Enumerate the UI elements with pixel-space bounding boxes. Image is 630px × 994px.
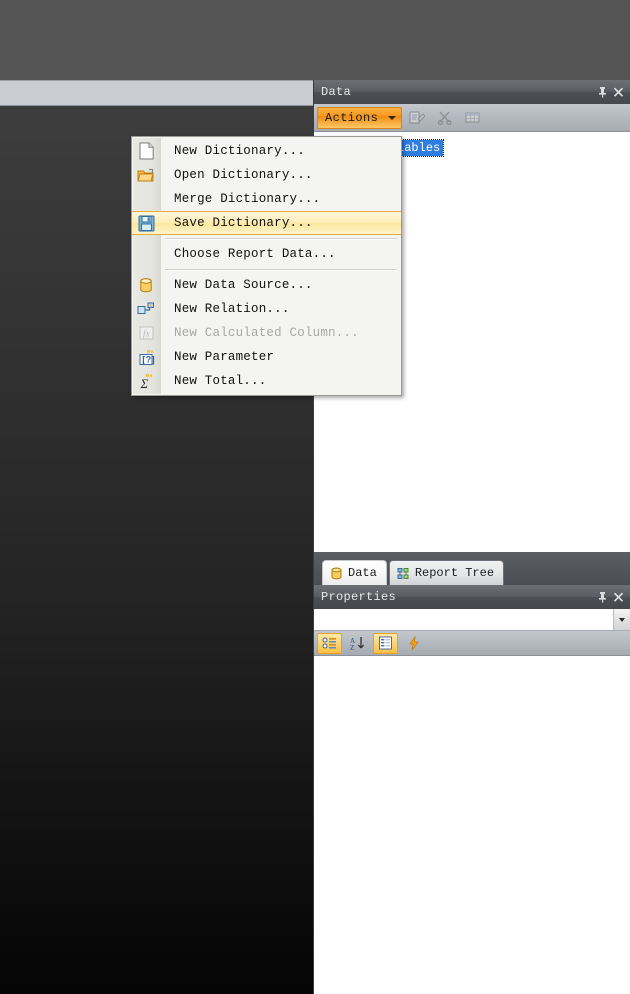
parameter-icon: [?] bbox=[132, 345, 160, 369]
categorized-icon[interactable] bbox=[317, 632, 342, 654]
tab-data[interactable]: Data bbox=[322, 560, 387, 585]
no-icon bbox=[132, 242, 160, 266]
panel-tab-bar: Data Report Tree bbox=[314, 552, 630, 585]
alphabetical-sort-icon[interactable]: AZ bbox=[345, 633, 370, 654]
actions-button-label: Actions bbox=[325, 110, 379, 125]
total-sigma-icon: Σ bbox=[132, 369, 160, 393]
data-panel-caption: Data bbox=[314, 80, 630, 104]
pin-icon[interactable] bbox=[594, 588, 610, 606]
menu-item-new-calculated-column: fx New Calculated Column... bbox=[132, 321, 401, 345]
no-icon bbox=[132, 187, 160, 211]
properties-object-selector[interactable] bbox=[314, 609, 630, 631]
chevron-down-icon bbox=[388, 115, 397, 120]
events-icon[interactable] bbox=[401, 633, 426, 654]
close-icon[interactable] bbox=[610, 83, 626, 101]
data-panel-title: Data bbox=[321, 85, 352, 99]
svg-text:[?]: [?] bbox=[142, 354, 155, 365]
close-icon[interactable] bbox=[610, 588, 626, 606]
menu-item-new-relation[interactable]: New Relation... bbox=[132, 297, 401, 321]
database-icon bbox=[330, 567, 343, 580]
properties-object-value[interactable] bbox=[314, 609, 613, 630]
menu-item-label: New Total... bbox=[174, 374, 267, 388]
menu-item-label: New Data Source... bbox=[174, 278, 313, 292]
report-tree-icon bbox=[397, 567, 410, 580]
menu-item-new-dictionary[interactable]: New Dictionary... bbox=[132, 139, 401, 163]
menu-item-new-parameter[interactable]: [?] New Parameter bbox=[132, 345, 401, 369]
menu-item-save-dictionary[interactable]: Save Dictionary... bbox=[132, 211, 401, 235]
pin-icon[interactable] bbox=[594, 83, 610, 101]
property-pages-icon[interactable] bbox=[373, 632, 398, 654]
svg-text:fx: fx bbox=[143, 329, 150, 339]
properties-panel-caption: Properties bbox=[314, 585, 630, 609]
menu-item-label: New Relation... bbox=[174, 302, 290, 316]
cut-icon[interactable] bbox=[432, 107, 458, 129]
relation-icon bbox=[132, 297, 160, 321]
actions-button[interactable]: Actions bbox=[317, 106, 403, 129]
menu-item-new-data-source[interactable]: New Data Source... bbox=[132, 273, 401, 297]
workspace-toolbar-strip[interactable] bbox=[0, 80, 313, 106]
properties-toolbar: AZ bbox=[314, 631, 630, 656]
chevron-down-icon[interactable] bbox=[613, 609, 630, 630]
data-panel-toolbar: Actions bbox=[314, 104, 630, 132]
menu-item-label: New Dictionary... bbox=[174, 144, 305, 158]
menu-item-choose-report-data[interactable]: Choose Report Data... bbox=[132, 242, 401, 266]
properties-panel: Properties AZ bbox=[313, 585, 630, 994]
tab-label: Data bbox=[348, 566, 377, 580]
menu-item-label: New Parameter bbox=[174, 350, 275, 364]
menu-item-label: Choose Report Data... bbox=[174, 247, 336, 261]
menu-item-merge-dictionary[interactable]: Merge Dictionary... bbox=[132, 187, 401, 211]
menu-separator bbox=[132, 266, 401, 273]
menu-item-label: Open Dictionary... bbox=[174, 168, 313, 182]
menu-item-label: New Calculated Column... bbox=[174, 326, 359, 340]
properties-grid[interactable] bbox=[314, 656, 630, 994]
tab-label: Report Tree bbox=[414, 566, 495, 580]
data-source-icon bbox=[132, 273, 160, 297]
open-folder-icon bbox=[132, 163, 160, 187]
save-floppy-icon bbox=[132, 211, 160, 235]
menu-item-new-total[interactable]: Σ New Total... bbox=[132, 369, 401, 393]
right-gutter-strip bbox=[313, 0, 630, 80]
function-icon: fx bbox=[132, 321, 160, 345]
properties-panel-title: Properties bbox=[321, 590, 397, 604]
svg-text:Σ: Σ bbox=[139, 376, 148, 390]
menu-item-label: Save Dictionary... bbox=[174, 216, 313, 230]
svg-text:Z: Z bbox=[350, 644, 354, 651]
actions-dropdown-menu: New Dictionary... Open Dictionary... Mer… bbox=[131, 136, 402, 396]
menu-item-label: Merge Dictionary... bbox=[174, 192, 321, 206]
menu-separator bbox=[132, 235, 401, 242]
menu-item-open-dictionary[interactable]: Open Dictionary... bbox=[132, 163, 401, 187]
new-document-icon bbox=[132, 139, 160, 163]
tab-report-tree[interactable]: Report Tree bbox=[388, 560, 505, 585]
edit-relation-icon[interactable] bbox=[404, 107, 430, 129]
view-data-icon[interactable] bbox=[460, 107, 486, 129]
